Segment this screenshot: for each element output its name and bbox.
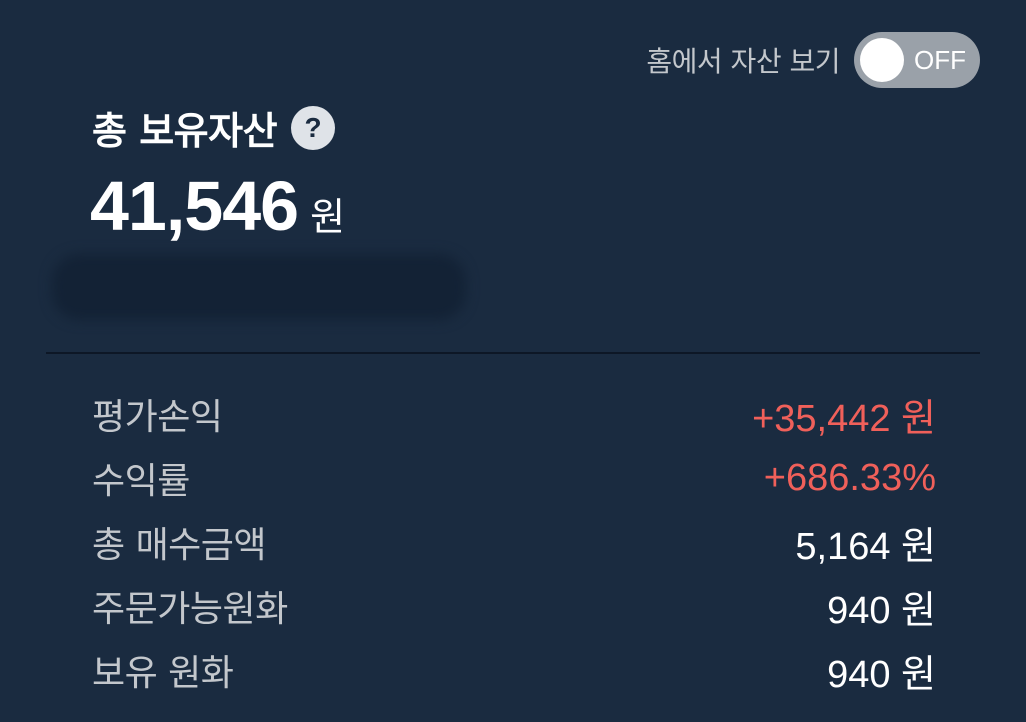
summary-row-held-krw: 보유 원화 940 원 xyxy=(92,638,936,702)
redacted-area xyxy=(52,254,466,320)
total-assets-amount: 41,546 xyxy=(90,167,299,245)
total-assets-title: 총 보유자산 xyxy=(92,109,278,153)
summary-label: 평가손익 xyxy=(92,397,223,438)
home-asset-toggle[interactable]: OFF xyxy=(854,32,980,88)
toggle-state-text: OFF xyxy=(914,45,966,75)
summary-value: +35,442 원 xyxy=(752,397,936,440)
asset-summary-list: 평가손익 +35,442 원 수익률 +686.33% 총 매수금액 5,164… xyxy=(92,382,936,702)
summary-value: 940 원 xyxy=(827,589,936,632)
help-icon[interactable]: ? xyxy=(291,105,336,150)
total-assets-unit: 원 xyxy=(310,195,346,239)
home-asset-toggle-label: 홈에서 자산 보기 xyxy=(646,45,840,78)
total-assets-amount-row: 41,546 원 xyxy=(90,166,345,246)
summary-label: 주문가능원화 xyxy=(92,589,288,630)
summary-row-total-purchase: 총 매수금액 5,164 원 xyxy=(92,510,936,574)
divider xyxy=(46,352,980,354)
home-asset-toggle-row: 홈에서 자산 보기 OFF xyxy=(646,32,980,88)
summary-value: +686.33% xyxy=(763,456,936,499)
summary-label: 총 매수금액 xyxy=(92,525,267,566)
summary-value: 5,164 원 xyxy=(795,525,936,568)
summary-row-orderable-krw: 주문가능원화 940 원 xyxy=(92,574,936,638)
toggle-knob xyxy=(860,38,904,82)
summary-row-valuation-pnl: 평가손익 +35,442 원 xyxy=(92,382,936,446)
summary-value: 940 원 xyxy=(827,653,936,696)
summary-label: 수익률 xyxy=(92,461,190,502)
summary-label: 보유 원화 xyxy=(92,653,234,694)
total-assets-header: 총 보유자산 ? xyxy=(92,100,336,155)
summary-row-return-rate: 수익률 +686.33% xyxy=(92,446,936,510)
